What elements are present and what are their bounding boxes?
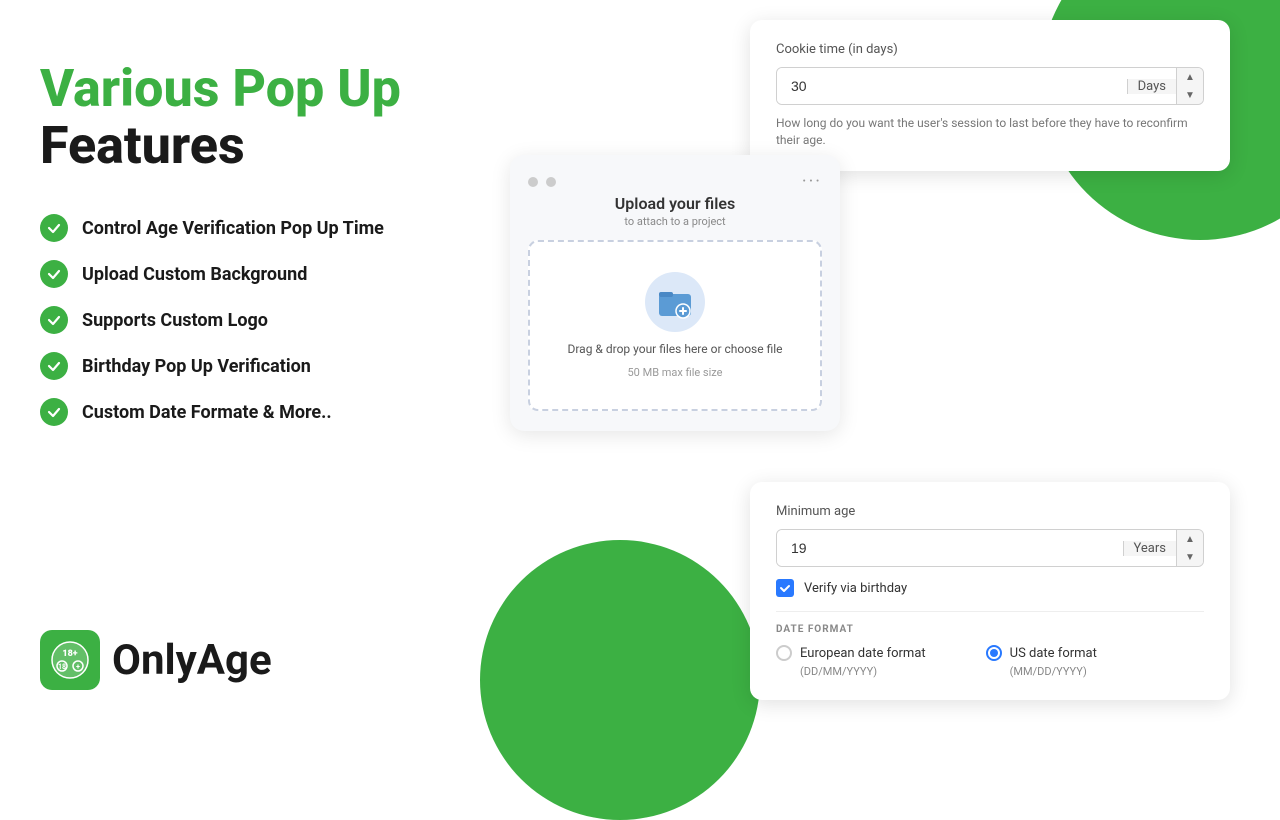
us-date-row: US date format [986, 645, 1097, 661]
us-radio[interactable] [986, 645, 1002, 661]
upload-card: ··· Upload your files to attach to a pro… [510, 155, 840, 431]
left-panel: Various Pop Up Features Control Age Veri… [40, 60, 460, 426]
us-date-label: US date format [1010, 646, 1097, 661]
cookie-hint: How long do you want the user's session … [776, 115, 1204, 149]
check-icon-2 [40, 260, 68, 288]
cookie-decrement-button[interactable]: ▼ [1177, 86, 1203, 104]
cookie-value-input[interactable] [777, 68, 1127, 104]
svg-text:+: + [76, 663, 80, 671]
verify-label: Verify via birthday [804, 581, 907, 596]
european-radio[interactable] [776, 645, 792, 661]
upload-card-header: ··· [528, 171, 822, 192]
european-date-row: European date format [776, 645, 926, 661]
upload-card-subtitle: to attach to a project [528, 215, 822, 228]
date-format-title: DATE FORMAT [776, 624, 1204, 635]
verify-row: Verify via birthday [776, 579, 1204, 597]
check-icon-3 [40, 306, 68, 334]
european-date-format: (DD/MM/YYYY) [800, 665, 926, 678]
ctrl-dot-2 [546, 177, 556, 187]
feature-list: Control Age Verification Pop Up Time Upl… [40, 214, 460, 426]
ctrl-dot-1 [528, 177, 538, 187]
date-format-options: European date format (DD/MM/YYYY) US dat… [776, 645, 1204, 678]
feature-label-3: Supports Custom Logo [82, 310, 268, 331]
check-icon-4 [40, 352, 68, 380]
cookie-card-label: Cookie time (in days) [776, 42, 1204, 57]
logo-area: 18+ 18 + OnlyAge [40, 630, 272, 690]
european-date-label: European date format [800, 646, 926, 661]
cookie-increment-button[interactable]: ▲ [1177, 68, 1203, 86]
upload-drop-text: Drag & drop your files here or choose fi… [567, 342, 782, 356]
date-format-section: DATE FORMAT European date format (DD/MM/… [776, 611, 1204, 678]
folder-icon [645, 272, 705, 332]
european-date-option[interactable]: European date format (DD/MM/YYYY) [776, 645, 926, 678]
svg-text:18: 18 [58, 663, 66, 671]
us-date-option[interactable]: US date format (MM/DD/YYYY) [986, 645, 1097, 678]
check-icon-1 [40, 214, 68, 242]
check-icon-5 [40, 398, 68, 426]
upload-card-controls [528, 177, 556, 187]
feature-item-5: Custom Date Formate & More.. [40, 398, 460, 426]
feature-item-4: Birthday Pop Up Verification [40, 352, 460, 380]
age-input-row: Years ▲ ▼ [776, 529, 1204, 567]
us-radio-fill [990, 649, 998, 657]
feature-item-2: Upload Custom Background [40, 260, 460, 288]
feature-item-3: Supports Custom Logo [40, 306, 460, 334]
feature-item-1: Control Age Verification Pop Up Time [40, 214, 460, 242]
age-stepper: ▲ ▼ [1176, 530, 1203, 566]
feature-label-2: Upload Custom Background [82, 264, 307, 285]
headline-green: Various Pop Up [40, 60, 460, 117]
feature-label-1: Control Age Verification Pop Up Time [82, 218, 384, 239]
cookie-input-row: Days ▲ ▼ [776, 67, 1204, 105]
svg-text:18+: 18+ [62, 649, 77, 659]
age-card: Minimum age Years ▲ ▼ Verify via birthda… [750, 482, 1230, 700]
upload-card-title: Upload your files [528, 194, 822, 213]
us-date-format: (MM/DD/YYYY) [1010, 665, 1097, 678]
cookie-card: Cookie time (in days) Days ▲ ▼ How long … [750, 20, 1230, 171]
age-decrement-button[interactable]: ▼ [1177, 548, 1203, 566]
logo-name: OnlyAge [112, 636, 272, 685]
upload-drop-hint: 50 MB max file size [628, 366, 723, 379]
logo-icon: 18+ 18 + [40, 630, 100, 690]
cookie-stepper: ▲ ▼ [1176, 68, 1203, 104]
cookie-unit: Days [1127, 79, 1176, 94]
more-options-icon[interactable]: ··· [802, 171, 822, 192]
age-unit: Years [1123, 541, 1176, 556]
feature-label-5: Custom Date Formate & More.. [82, 402, 332, 423]
age-value-input[interactable] [777, 530, 1123, 566]
age-increment-button[interactable]: ▲ [1177, 530, 1203, 548]
age-card-label: Minimum age [776, 504, 1204, 519]
verify-checkbox[interactable] [776, 579, 794, 597]
headline-black: Features [40, 117, 460, 174]
upload-drop-zone[interactable]: Drag & drop your files here or choose fi… [528, 240, 822, 411]
decorative-circle-bottom [480, 540, 760, 820]
feature-label-4: Birthday Pop Up Verification [82, 356, 311, 377]
